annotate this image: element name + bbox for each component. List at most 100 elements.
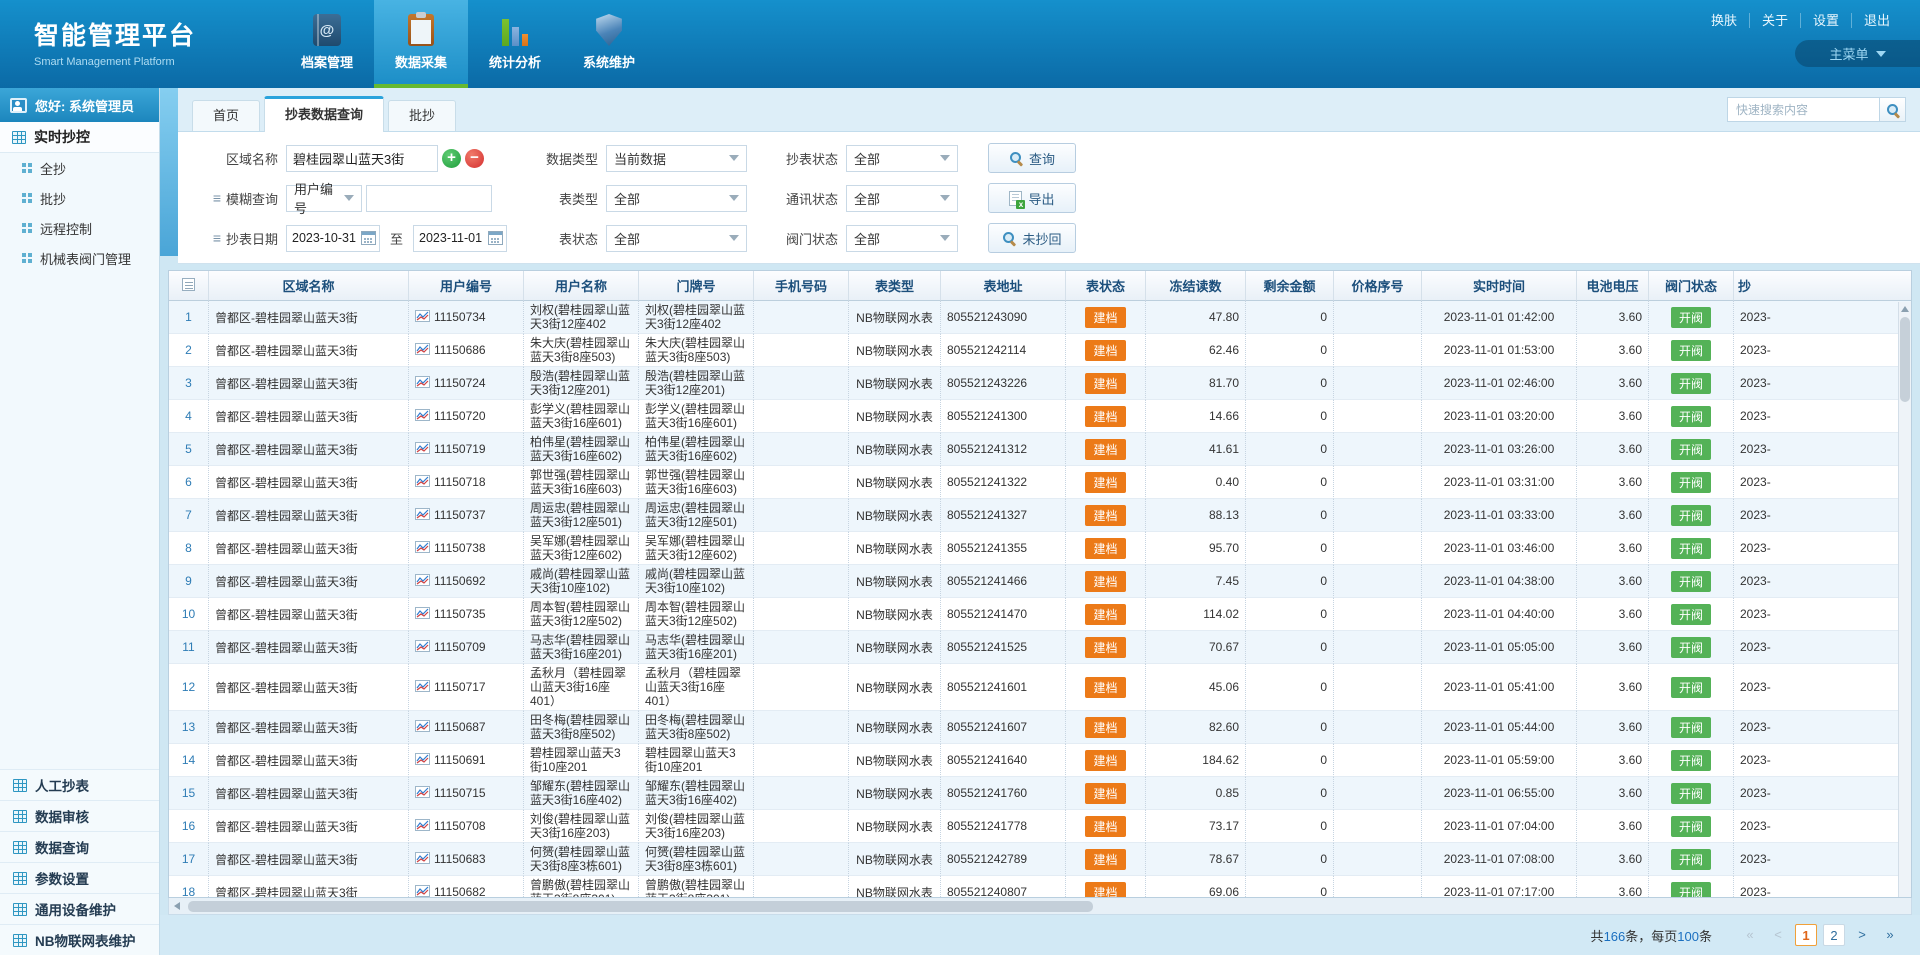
mini-line-chart-icon[interactable]	[415, 343, 430, 358]
date-to-input[interactable]	[414, 227, 488, 250]
fuzzy-field-select[interactable]: 用户编号	[286, 185, 362, 212]
sidebar-bottom-item-4[interactable]: 通用设备维护	[0, 893, 159, 924]
column-header-phone[interactable]: 手机号码	[754, 271, 849, 301]
mini-line-chart-icon[interactable]	[415, 376, 430, 391]
scroll-up-arrow triangle-up-icon[interactable]	[1899, 302, 1911, 315]
sidebar-bottom-item-5[interactable]: NB物联网表维护	[0, 924, 159, 955]
pager-page-1[interactable]: 1	[1795, 924, 1817, 946]
table-row[interactable]: 12曾都区-碧桂园翠山蓝天3街11150717孟秋月（碧桂园翠山蓝天3街16座4…	[169, 664, 1912, 711]
mini-line-chart-icon[interactable]	[415, 574, 430, 589]
mini-line-chart-icon[interactable]	[415, 475, 430, 490]
column-header-user_no[interactable]: 用户编号	[409, 271, 524, 301]
mini-line-chart-icon[interactable]	[415, 753, 430, 768]
export-button[interactable]: 导出	[988, 183, 1076, 213]
quick-search-input[interactable]	[1727, 97, 1879, 122]
table-row[interactable]: 3曾都区-碧桂园翠山蓝天3街11150724殷浩(碧桂园翠山蓝天3街12座201…	[169, 367, 1912, 400]
table-row[interactable]: 15曾都区-碧桂园翠山蓝天3街11150715邹耀东(碧桂园翠山蓝天3街16座4…	[169, 777, 1912, 810]
sidebar-subitem-0[interactable]: 全抄	[0, 153, 159, 183]
collapse-toggle-icon[interactable]: ≡	[213, 190, 221, 206]
tab-0[interactable]: 首页	[192, 100, 260, 131]
table-row[interactable]: 11曾都区-碧桂园翠山蓝天3街11150709马志华(碧桂园翠山蓝天3街16座2…	[169, 631, 1912, 664]
sidebar-section-realtime-reading[interactable]: 实时抄控	[0, 122, 159, 153]
read-status-select[interactable]: 全部	[846, 145, 958, 172]
nav-item-stats[interactable]: 统计分析	[468, 0, 562, 88]
table-row[interactable]: 18曾都区-碧桂园翠山蓝天3街11150682曾鹏傲(碧桂园翠山蓝天3街8座30…	[169, 876, 1912, 898]
fuzzy-query-input[interactable]	[366, 185, 492, 212]
table-row[interactable]: 10曾都区-碧桂园翠山蓝天3街11150735周本智(碧桂园翠山蓝天3街12座5…	[169, 598, 1912, 631]
mini-line-chart-icon[interactable]	[415, 409, 430, 424]
table-row[interactable]: 16曾都区-碧桂园翠山蓝天3街11150708刘俊(碧桂园翠山蓝天3街16座20…	[169, 810, 1912, 843]
column-header-voltage[interactable]: 电池电压	[1577, 271, 1649, 301]
table-row[interactable]: 14曾都区-碧桂园翠山蓝天3街11150691碧桂园翠山蓝天3街10座201碧桂…	[169, 744, 1912, 777]
sidebar-subitem-2[interactable]: 远程控制	[0, 213, 159, 243]
table-row[interactable]: 2曾都区-碧桂园翠山蓝天3街11150686朱大庆(碧桂园翠山蓝天3街8座503…	[169, 334, 1912, 367]
unread-button[interactable]: 未抄回	[988, 223, 1076, 253]
nav-item-archive[interactable]: 档案管理	[280, 0, 374, 88]
column-header-area[interactable]: 区域名称	[209, 271, 409, 301]
horizontal-scrollbar[interactable]	[168, 898, 1912, 915]
mini-line-chart-icon[interactable]	[415, 680, 430, 695]
top-link-3[interactable]: 退出	[1852, 13, 1902, 28]
mini-line-chart-icon[interactable]	[415, 310, 430, 325]
data-type-select[interactable]: 当前数据	[606, 145, 747, 172]
vertical-scrollbar[interactable]	[1898, 302, 1911, 897]
pager-page-2[interactable]: 2	[1823, 924, 1845, 946]
tab-2[interactable]: 批抄	[388, 100, 456, 131]
pager-last[interactable]: »	[1879, 924, 1901, 946]
sidebar-collapse-strip[interactable]	[160, 88, 178, 256]
meter-status-select[interactable]: 全部	[606, 225, 747, 252]
area-add-button plus-circle-icon[interactable]: +	[442, 149, 461, 168]
main-menu-button[interactable]: 主菜单	[1795, 40, 1920, 67]
mini-line-chart-icon[interactable]	[415, 607, 430, 622]
column-header-frozen[interactable]: 冻结读数	[1146, 271, 1246, 301]
column-header-extra[interactable]: 抄	[1734, 271, 1912, 301]
sidebar-subitem-1[interactable]: 批抄	[0, 183, 159, 213]
query-button[interactable]: 查询	[988, 143, 1076, 173]
table-row[interactable]: 8曾都区-碧桂园翠山蓝天3街11150738吴军娜(碧桂园翠山蓝天3街12座60…	[169, 532, 1912, 565]
column-header-door_no[interactable]: 门牌号	[639, 271, 754, 301]
tab-1[interactable]: 抄表数据查询	[264, 96, 384, 132]
nav-item-collect[interactable]: 数据采集	[374, 0, 468, 88]
mini-line-chart-icon[interactable]	[415, 442, 430, 457]
table-row[interactable]: 5曾都区-碧桂园翠山蓝天3街11150719柏伟星(碧桂园翠山蓝天3街16座60…	[169, 433, 1912, 466]
sidebar-subitem-3[interactable]: 机械表阀门管理	[0, 243, 159, 273]
mini-line-chart-icon[interactable]	[415, 852, 430, 867]
top-link-0[interactable]: 换肤	[1699, 13, 1750, 28]
scroll-left-arrow triangle-left-icon[interactable]	[169, 899, 185, 914]
sidebar-bottom-item-2[interactable]: 数据查询	[0, 831, 159, 862]
vscroll-thumb[interactable]	[1900, 317, 1910, 402]
top-link-1[interactable]: 关于	[1750, 13, 1801, 28]
calendar-icon[interactable]	[488, 231, 503, 245]
table-row[interactable]: 6曾都区-碧桂园翠山蓝天3街11150718郭世强(碧桂园翠山蓝天3街16座60…	[169, 466, 1912, 499]
mini-line-chart-icon[interactable]	[415, 819, 430, 834]
column-header-balance[interactable]: 剩余金额	[1246, 271, 1334, 301]
column-header-user_name[interactable]: 用户名称	[524, 271, 639, 301]
calendar-icon[interactable]	[361, 231, 376, 245]
mini-line-chart-icon[interactable]	[415, 541, 430, 556]
comm-status-select[interactable]: 全部	[846, 185, 958, 212]
pager-next[interactable]: >	[1851, 924, 1873, 946]
meter-type-select[interactable]: 全部	[606, 185, 747, 212]
column-header-valve[interactable]: 阀门状态	[1649, 271, 1734, 301]
mini-line-chart-icon[interactable]	[415, 640, 430, 655]
nav-item-maintain[interactable]: 系统维护	[562, 0, 656, 88]
mini-line-chart-icon[interactable]	[415, 720, 430, 735]
table-row[interactable]: 7曾都区-碧桂园翠山蓝天3街11150737周运忠(碧桂园翠山蓝天3街12座50…	[169, 499, 1912, 532]
valve-status-select[interactable]: 全部	[846, 225, 958, 252]
collapse-toggle-icon[interactable]: ≡	[213, 230, 221, 246]
table-row[interactable]: 17曾都区-碧桂园翠山蓝天3街11150683何赟(碧桂园翠山蓝天3街8座3栋6…	[169, 843, 1912, 876]
top-link-2[interactable]: 设置	[1801, 13, 1852, 28]
column-header-realtime[interactable]: 实时时间	[1422, 271, 1577, 301]
table-row[interactable]: 4曾都区-碧桂园翠山蓝天3街11150720彭学义(碧桂园翠山蓝天3街16座60…	[169, 400, 1912, 433]
mini-line-chart-icon[interactable]	[415, 885, 430, 899]
column-header-status[interactable]: 表状态	[1066, 271, 1146, 301]
table-row[interactable]: 1曾都区-碧桂园翠山蓝天3街11150734刘权(碧桂园翠山蓝天3街12座402…	[169, 301, 1912, 334]
sidebar-bottom-item-0[interactable]: 人工抄表	[0, 769, 159, 800]
quick-search-button[interactable]	[1879, 97, 1906, 122]
sidebar-bottom-item-3[interactable]: 参数设置	[0, 862, 159, 893]
column-header-meter_addr[interactable]: 表地址	[941, 271, 1066, 301]
area-remove-button minus-circle-icon[interactable]: −	[465, 149, 484, 168]
mini-line-chart-icon[interactable]	[415, 508, 430, 523]
table-row[interactable]: 9曾都区-碧桂园翠山蓝天3街11150692戚尚(碧桂园翠山蓝天3街10座102…	[169, 565, 1912, 598]
column-header-price_no[interactable]: 价格序号	[1334, 271, 1422, 301]
